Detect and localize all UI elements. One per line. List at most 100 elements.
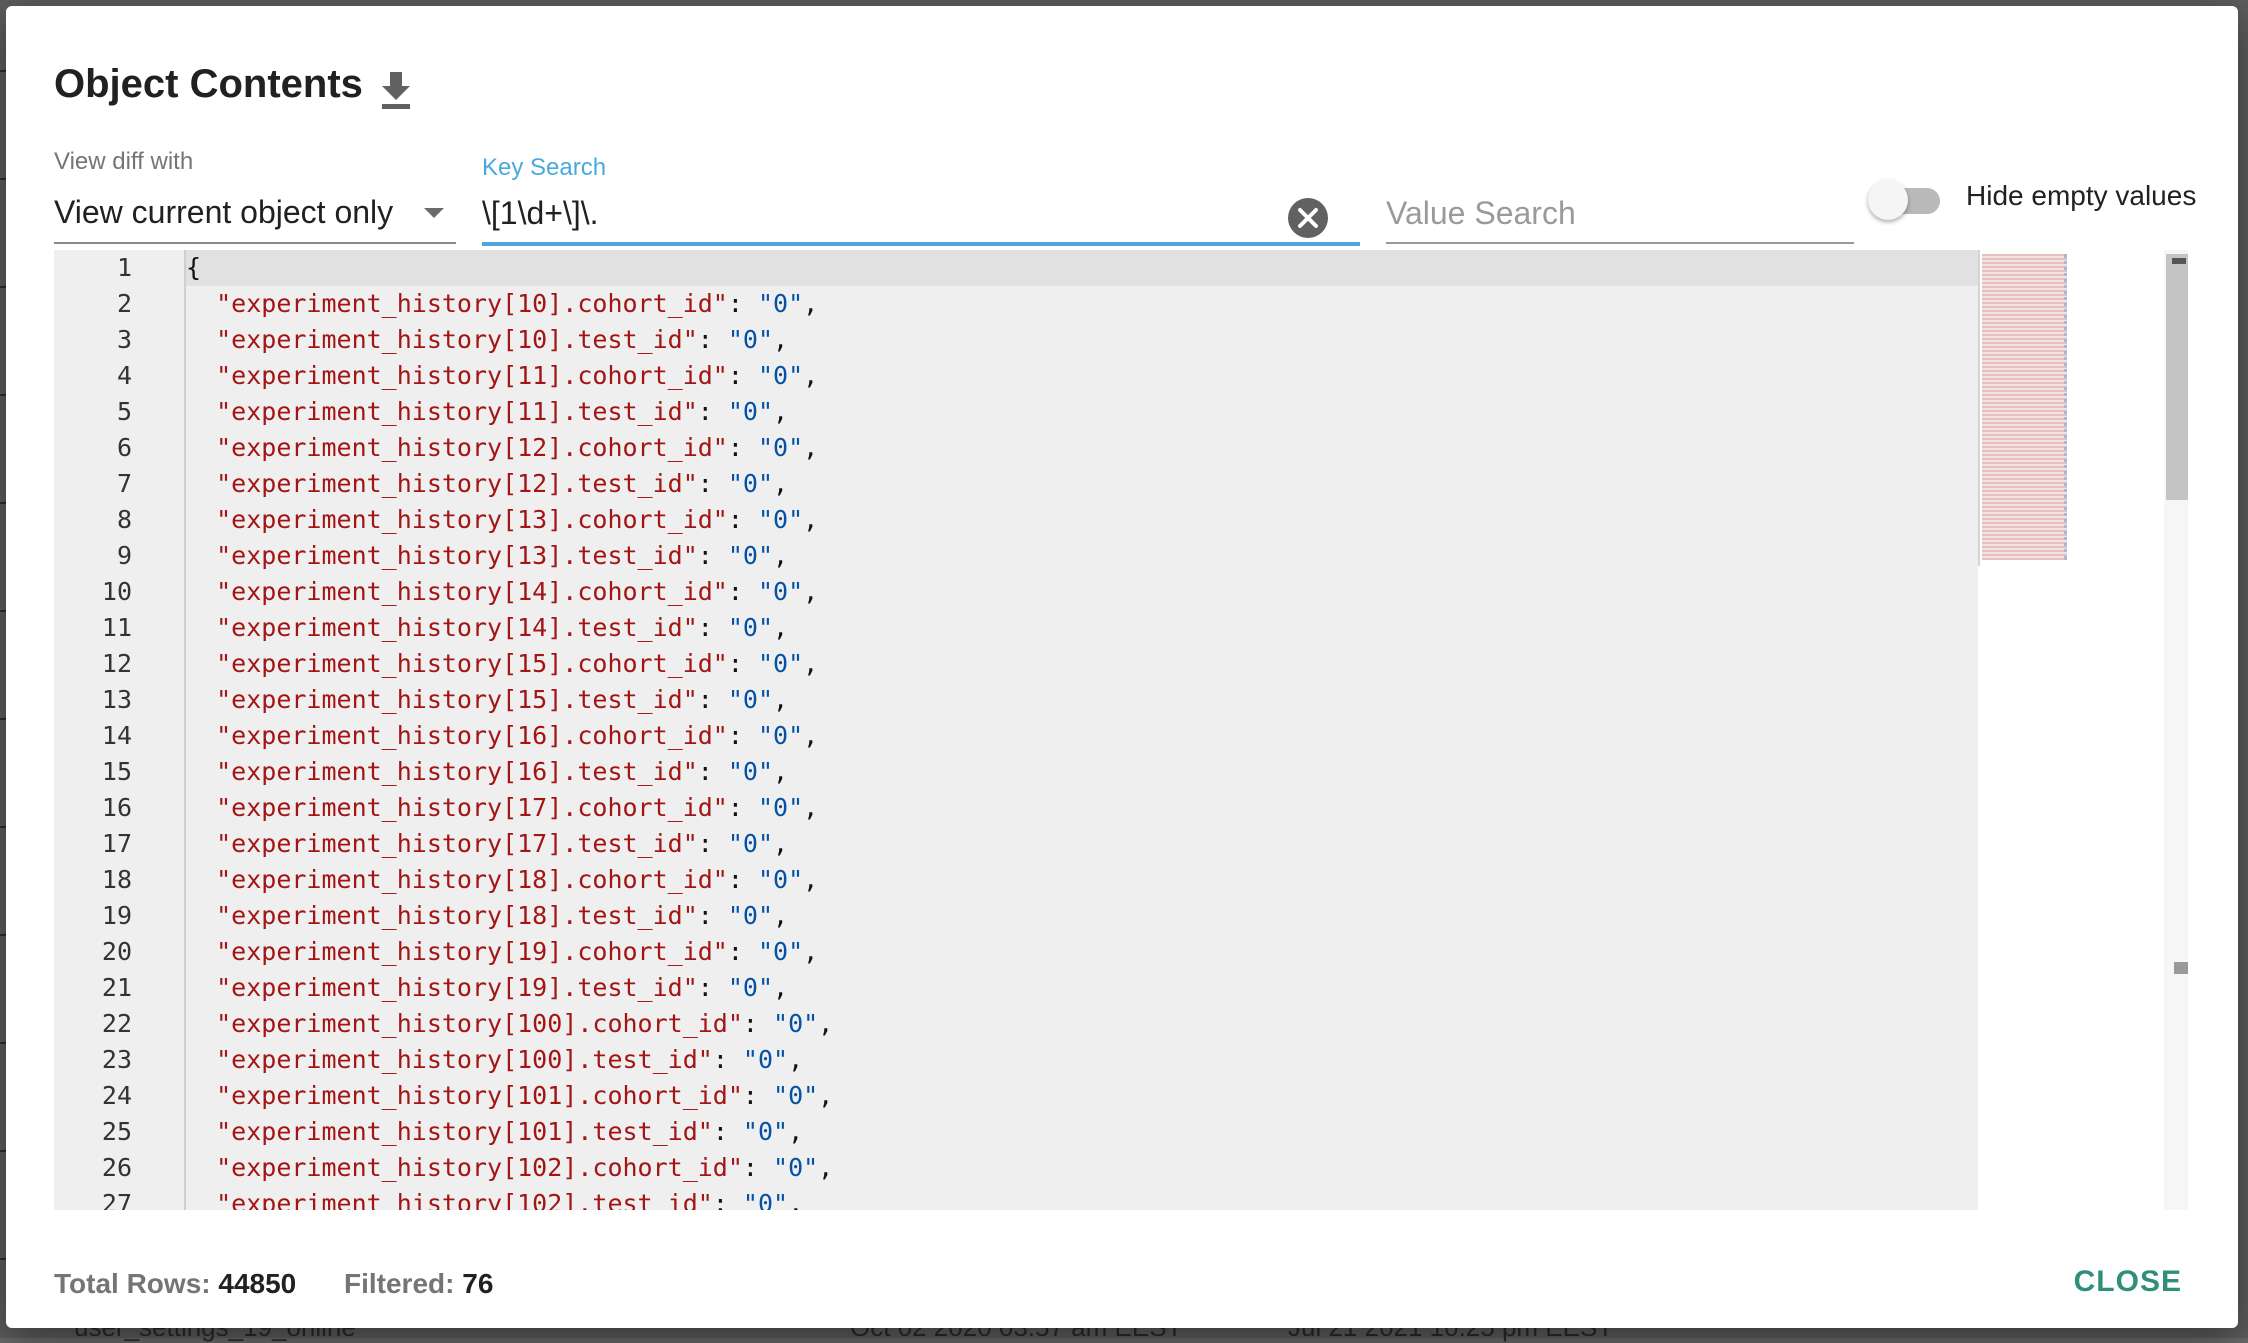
line-number: 26	[101, 1153, 132, 1182]
code-line: 25 "experiment_history[101].test_id": "0…	[54, 1114, 1978, 1150]
code-line: 24 "experiment_history[101].cohort_id": …	[54, 1078, 1978, 1114]
view-diff-label: View diff with	[54, 148, 194, 175]
json-value: "0"	[727, 613, 774, 642]
line-code: "experiment_history[102].cohort_id": "0"…	[216, 1153, 834, 1182]
scrollbar-thumb[interactable]	[2166, 254, 2188, 500]
code-line: 22 "experiment_history[100].cohort_id": …	[54, 1006, 1978, 1042]
line-code: "experiment_history[17].cohort_id": "0",	[216, 793, 819, 822]
line-number: 25	[101, 1117, 132, 1146]
line-code: "experiment_history[11].cohort_id": "0",	[216, 361, 819, 390]
code-line: 16 "experiment_history[17].cohort_id": "…	[54, 790, 1978, 826]
code-line: 1{	[54, 250, 1978, 286]
json-value: "0"	[727, 469, 774, 498]
json-value: "0"	[742, 1189, 789, 1210]
code-line: 2 "experiment_history[10].cohort_id": "0…	[54, 286, 1978, 322]
line-number: 12	[101, 649, 132, 678]
json-key: "experiment_history[10].cohort_id"	[216, 289, 728, 318]
total-rows-label: Total Rows:	[54, 1268, 211, 1299]
json-value: "0"	[742, 1117, 789, 1146]
line-number: 4	[116, 361, 132, 390]
json-key: "experiment_history[17].test_id"	[216, 829, 698, 858]
line-code: "experiment_history[12].test_id": "0",	[216, 469, 789, 498]
code-line: 12 "experiment_history[15].cohort_id": "…	[54, 646, 1978, 682]
line-code: "experiment_history[12].cohort_id": "0",	[216, 433, 819, 462]
scrollbar-marker	[2174, 962, 2188, 974]
json-key: "experiment_history[14].test_id"	[216, 613, 698, 642]
json-key: "experiment_history[13].cohort_id"	[216, 505, 728, 534]
view-diff-value: View current object only	[54, 194, 394, 230]
line-number: 18	[101, 865, 132, 894]
chevron-down-icon	[424, 208, 444, 218]
line-code: "experiment_history[100].test_id": "0",	[216, 1045, 804, 1074]
line-number: 22	[101, 1009, 132, 1038]
line-number: 8	[116, 505, 132, 534]
hide-empty-toggle[interactable]	[1868, 178, 1948, 222]
line-code: "experiment_history[102].test_id": "0",	[186, 1186, 803, 1210]
line-code: "experiment_history[14].cohort_id": "0",	[216, 577, 819, 606]
json-key: "experiment_history[14].cohort_id"	[216, 577, 728, 606]
line-number: 24	[101, 1081, 132, 1110]
json-value: "0"	[727, 397, 774, 426]
line-code: "experiment_history[18].test_id": "0",	[216, 901, 789, 930]
json-value: "0"	[727, 901, 774, 930]
json-key: "experiment_history[12].cohort_id"	[216, 433, 728, 462]
close-button[interactable]: CLOSE	[2068, 1264, 2188, 1300]
json-value: "0"	[727, 829, 774, 858]
line-number: 11	[101, 613, 132, 642]
json-value: "0"	[757, 649, 804, 678]
json-key: "experiment_history[102].cohort_id"	[216, 1153, 743, 1182]
key-search-input[interactable]	[482, 184, 1360, 246]
view-diff-select[interactable]: View current object only	[54, 178, 456, 244]
line-number: 9	[116, 541, 132, 570]
line-number: 14	[101, 721, 132, 750]
line-number: 19	[101, 901, 132, 930]
line-code: "experiment_history[13].test_id": "0",	[216, 541, 789, 570]
code-line: 14 "experiment_history[16].cohort_id": "…	[54, 718, 1978, 754]
json-value: "0"	[773, 1009, 819, 1038]
code-editor[interactable]: 1{2 "experiment_history[10].cohort_id": …	[54, 250, 2188, 1210]
line-code: "experiment_history[11].test_id": "0",	[216, 397, 789, 426]
json-key: "experiment_history[11].cohort_id"	[216, 361, 728, 390]
json-key: "experiment_history[100].cohort_id"	[216, 1009, 743, 1038]
json-key: "experiment_history[19].test_id"	[216, 973, 698, 1002]
json-value: "0"	[757, 505, 804, 534]
json-key: "experiment_history[18].cohort_id"	[216, 865, 728, 894]
json-key: "experiment_history[102].test_id"	[216, 1189, 713, 1210]
json-value: "0"	[757, 289, 804, 318]
total-rows-stat: Total Rows: 44850	[54, 1268, 296, 1300]
code-line: 13 "experiment_history[15].test_id": "0"…	[54, 682, 1978, 718]
json-key: "experiment_history[19].cohort_id"	[216, 937, 728, 966]
line-number: 3	[116, 325, 132, 354]
object-contents-dialog: Object Contents View diff with View curr…	[6, 6, 2238, 1328]
line-code: {	[186, 253, 202, 282]
minimap[interactable]	[1982, 254, 2067, 560]
code-line: 10 "experiment_history[14].cohort_id": "…	[54, 574, 1978, 610]
download-icon[interactable]	[376, 68, 416, 112]
code-line: 9 "experiment_history[13].test_id": "0",	[54, 538, 1978, 574]
json-key: "experiment_history[12].test_id"	[216, 469, 698, 498]
code-line: 21 "experiment_history[19].test_id": "0"…	[54, 970, 1978, 1006]
json-value: "0"	[727, 541, 774, 570]
line-number: 16	[101, 793, 132, 822]
line-code: "experiment_history[16].cohort_id": "0",	[216, 721, 819, 750]
json-value: "0"	[757, 721, 804, 750]
clear-icon[interactable]	[1286, 196, 1330, 240]
line-code: "experiment_history[16].test_id": "0",	[216, 757, 789, 786]
json-key: "experiment_history[10].test_id"	[216, 325, 698, 354]
json-key: "experiment_history[15].test_id"	[216, 685, 698, 714]
line-code: "experiment_history[101].test_id": "0",	[216, 1117, 804, 1146]
json-key: "experiment_history[101].test_id"	[216, 1117, 713, 1146]
json-key: "experiment_history[16].test_id"	[216, 757, 698, 786]
line-code: "experiment_history[10].test_id": "0",	[216, 325, 789, 354]
value-search-input[interactable]	[1386, 184, 1854, 244]
code-line: 20 "experiment_history[19].cohort_id": "…	[54, 934, 1978, 970]
total-rows-value: 44850	[218, 1268, 297, 1299]
code-line: 8 "experiment_history[13].cohort_id": "0…	[54, 502, 1978, 538]
code-line: 17 "experiment_history[17].test_id": "0"…	[54, 826, 1978, 862]
json-key: "experiment_history[13].test_id"	[216, 541, 698, 570]
code-line: 26 "experiment_history[102].cohort_id": …	[54, 1150, 1978, 1186]
line-number: 20	[101, 937, 132, 966]
line-code: "experiment_history[19].test_id": "0",	[216, 973, 789, 1002]
line-code: "experiment_history[13].cohort_id": "0",	[216, 505, 819, 534]
line-number: 2	[116, 289, 132, 318]
